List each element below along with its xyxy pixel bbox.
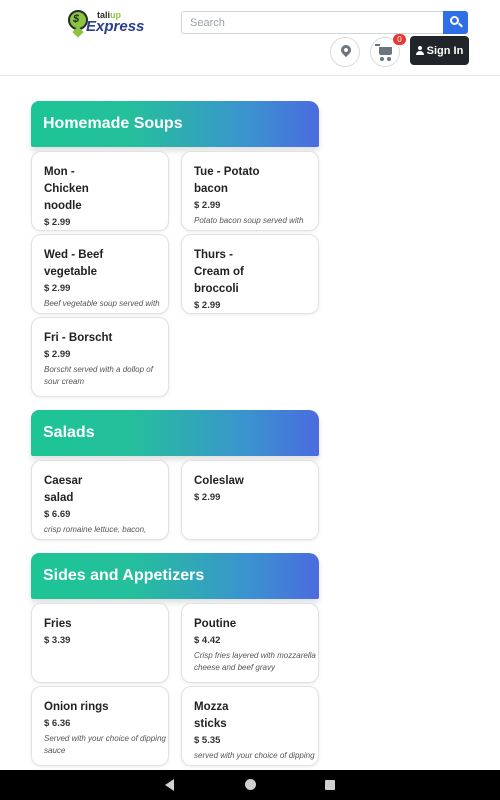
item-price: $ 3.39 [44,635,71,646]
logo-mark-icon: $ [68,10,88,30]
item-name: Coleslaw [194,475,244,487]
menu-item-card[interactable]: Tue - Potato bacon $ 2.99 Potato bacon s… [181,151,319,231]
sign-in-button[interactable]: Sign In [410,36,469,65]
item-name: Onion rings [44,701,109,713]
item-description: Potato bacon soup served with [194,216,304,225]
item-name: Mozza sticks [194,701,229,730]
item-name: Wed - Beef vegetable [44,249,104,278]
item-description: Borscht served with a dollop of sour cre… [44,365,153,386]
item-description: Beef vegetable soup served with [44,299,160,308]
item-price: $ 4.42 [194,635,221,646]
search-input[interactable] [181,11,443,34]
app-header: $ taliup Express 0 Sign In [0,0,500,76]
item-price: $ 5.35 [194,735,221,746]
item-description: served with your choice of dipping [194,751,315,760]
item-price: $ 6.69 [44,509,71,520]
item-description: Served with your choice of dipping sauce [44,734,166,755]
item-price: $ 2.99 [44,349,71,360]
item-price: $ 2.99 [194,300,221,311]
brand-logo[interactable]: $ taliup Express [68,10,144,36]
item-description: Crisp fries layered with mozzarella chee… [194,651,316,672]
map-pin-icon [338,42,354,58]
item-name: Thurs - Cream of broccoli [194,249,244,295]
system-navigation-bar [0,770,500,800]
shopping-cart-icon [375,44,392,55]
section-header-soups: Homemade Soups [31,101,319,147]
cart-count-badge: 0 [393,34,406,45]
item-price: $ 2.99 [44,283,71,294]
item-name: Caesar salad [44,475,83,504]
item-name: Tue - Potato bacon [194,166,260,195]
item-name: Poutine [194,618,237,630]
item-name: Mon - Chicken noodle [44,166,89,212]
menu-item-card[interactable]: Fries $ 3.39 [31,603,169,683]
menu-item-card[interactable]: Caesar salad $ 6.69 crisp romaine lettuc… [31,460,169,540]
section-header-salads: Salads [31,410,319,456]
section-header-sides-appetizers: Sides and Appetizers [31,553,319,599]
user-icon [415,45,424,55]
item-description: crisp romaine lettuce, bacon, [44,525,147,534]
item-name: Fri - Borscht [44,332,113,344]
location-button[interactable] [330,37,360,67]
logo-main-text: Express [86,18,145,35]
menu-item-card[interactable]: Coleslaw $ 2.99 [181,460,319,540]
recent-apps-icon[interactable] [325,780,335,790]
menu-item-card[interactable]: Poutine $ 4.42 Crisp fries layered with … [181,603,319,683]
item-price: $ 6.36 [44,718,71,729]
menu-item-card[interactable]: Wed - Beef vegetable $ 2.99 Beef vegetab… [31,234,169,314]
home-icon[interactable] [245,779,256,790]
menu-item-card[interactable]: Mon - Chicken noodle $ 2.99 [31,151,169,231]
menu-item-card[interactable]: Mozza sticks $ 5.35 served with your cho… [181,686,319,766]
item-name: Fries [44,618,72,630]
back-icon[interactable] [165,779,174,791]
search-button[interactable] [443,11,468,34]
item-price: $ 2.99 [194,492,221,503]
menu-item-card[interactable]: Thurs - Cream of broccoli $ 2.99 [181,234,319,314]
item-price: $ 2.99 [194,200,221,211]
item-price: $ 2.99 [44,217,71,228]
menu-item-card[interactable]: Onion rings $ 6.36 Served with your choi… [31,686,169,766]
menu-item-card[interactable]: Fri - Borscht $ 2.99 Borscht served with… [31,317,169,397]
